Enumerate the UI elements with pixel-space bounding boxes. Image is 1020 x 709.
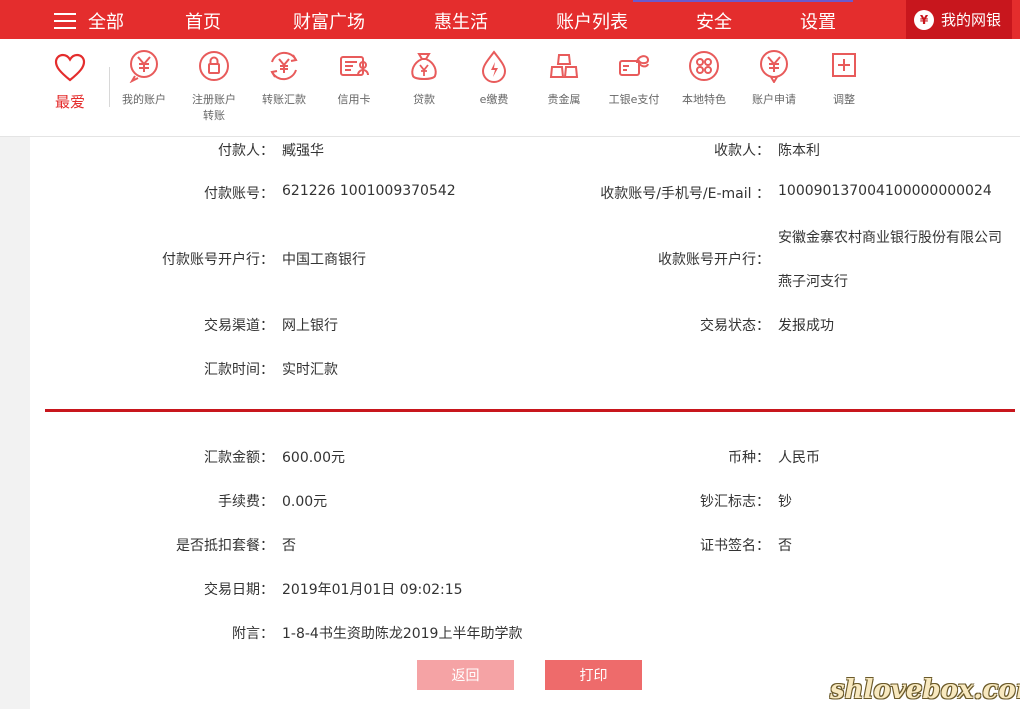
nav-security[interactable]: 安全 xyxy=(696,8,732,34)
quick-item-label: 账户申请 xyxy=(752,93,796,106)
quick-local-features[interactable]: 本地特色 xyxy=(674,49,734,108)
account-apply-icon xyxy=(760,50,788,83)
quick-item-label: 贷款 xyxy=(413,93,435,106)
quick-credit-card[interactable]: 信用卡 xyxy=(324,49,384,108)
hamburger-icon xyxy=(54,13,76,29)
payee-label: 收款人： xyxy=(714,143,770,159)
money-bag-icon: ¥ xyxy=(914,9,934,30)
favorites-label: 最爱 xyxy=(54,93,85,111)
cash-flag-value: 钞 xyxy=(778,494,792,510)
quick-my-account[interactable]: 我的账户 xyxy=(114,49,174,108)
deduct-package-value: 否 xyxy=(282,538,296,554)
currency-label: 币种： xyxy=(728,450,770,466)
quick-function-bar: 最爱 我的账户 注册账户转账 转账汇款 信用卡 贷款 e缴费 贵金属 工银e支付… xyxy=(0,39,1020,137)
quick-item-label: 工银e支付 xyxy=(608,93,660,106)
payee-account-label: 收款账号/手机号/E-mail ： xyxy=(600,186,770,202)
quick-loan[interactable]: 贷款 xyxy=(394,49,454,108)
register-transfer-icon xyxy=(199,51,229,81)
epay-icon xyxy=(619,55,650,76)
yen-circle-icon xyxy=(129,50,158,83)
transaction-date-label: 交易日期： xyxy=(204,582,274,598)
payer-account-value: 621226 1001009370542 xyxy=(282,183,456,199)
quick-item-label: 调整 xyxy=(833,93,855,106)
watermark-text: shlovebox.com xyxy=(830,675,1020,705)
quick-item-label: 我的账户 xyxy=(122,93,166,106)
quick-item-label: e缴费 xyxy=(479,93,509,106)
back-button[interactable]: 返回 xyxy=(417,660,514,690)
quick-item-label: 本地特色 xyxy=(682,93,726,106)
cash-flag-label: 钞汇标志： xyxy=(700,494,770,510)
cert-sign-label: 证书签名： xyxy=(700,538,770,554)
status-label: 交易状态： xyxy=(700,318,770,334)
status-value: 发报成功 xyxy=(778,318,834,334)
memo-label: 附言： xyxy=(232,626,274,642)
print-button[interactable]: 打印 xyxy=(545,660,642,690)
quick-item-label: 贵金属 xyxy=(547,93,581,106)
amount-value: 600.00元 xyxy=(282,450,345,466)
transaction-detail-panel: 付款人： 臧强华 收款人： 陈本利 付款账号： 621226 100100937… xyxy=(30,137,1020,709)
nav-wealth-plaza[interactable]: 财富广场 xyxy=(293,8,365,34)
remit-time-label: 汇款时间： xyxy=(204,362,274,378)
deduct-package-label: 是否抵扣套餐： xyxy=(176,538,274,554)
quick-icbc-epay[interactable]: 工银e支付 xyxy=(604,49,664,108)
quick-e-payment[interactable]: e缴费 xyxy=(464,49,524,108)
quick-transfer[interactable]: 转账汇款 xyxy=(254,49,314,108)
quick-adjust[interactable]: 调整 xyxy=(814,49,874,108)
payer-bank-label: 付款账号开户行： xyxy=(162,252,274,268)
nav-life[interactable]: 惠生活 xyxy=(434,8,488,34)
payee-bank-value-line1: 安徽金寨农村商业银行股份有限公司 xyxy=(778,230,1002,246)
payer-account-label: 付款账号： xyxy=(204,186,274,202)
plus-square-icon xyxy=(832,53,856,77)
all-menu-button[interactable]: 全部 xyxy=(54,8,124,34)
fee-value: 0.00元 xyxy=(282,494,328,510)
quick-item-label: 转账汇款 xyxy=(262,93,306,106)
credit-card-icon xyxy=(340,56,369,76)
amount-label: 汇款金额： xyxy=(204,450,274,466)
cert-sign-value: 否 xyxy=(778,538,792,554)
nav-settings[interactable]: 设置 xyxy=(800,8,836,34)
quickbar-divider xyxy=(109,67,110,107)
currency-value: 人民币 xyxy=(778,450,820,466)
gold-bars-icon xyxy=(549,54,579,78)
flame-icon xyxy=(481,50,507,83)
my-bank-label: 我的网银 xyxy=(941,11,1002,29)
favorites-button[interactable]: 最爱 xyxy=(48,53,92,112)
payer-label: 付款人： xyxy=(218,143,274,159)
nav-accent-line xyxy=(633,0,853,2)
payee-bank-label: 收款账号开户行： xyxy=(658,252,770,268)
local-icon xyxy=(689,51,719,81)
transaction-date-value: 2019年01月01日 09:02:15 xyxy=(282,582,463,598)
quick-precious-metals[interactable]: 贵金属 xyxy=(534,49,594,108)
top-nav-bar: 全部 首页 财富广场 惠生活 账户列表 安全 设置 ¥ 我的网银 xyxy=(0,0,1020,39)
all-menu-label: 全部 xyxy=(88,12,124,33)
heart-icon xyxy=(54,53,86,82)
money-bag-icon xyxy=(411,53,437,80)
payee-account-value: 100090137004100000000024 xyxy=(778,183,992,199)
quick-item-label: 信用卡 xyxy=(337,93,371,106)
quick-item-label: 注册账户转账 xyxy=(192,93,236,122)
payer-bank-value: 中国工商银行 xyxy=(282,252,366,268)
nav-account-list[interactable]: 账户列表 xyxy=(556,8,628,34)
section-divider xyxy=(45,409,1015,412)
my-bank-button[interactable]: ¥ 我的网银 xyxy=(906,0,1012,39)
quick-register-transfer[interactable]: 注册账户转账 xyxy=(184,49,244,124)
nav-home[interactable]: 首页 xyxy=(185,8,221,34)
transfer-icon xyxy=(270,51,298,81)
memo-value: 1-8-4书生资助陈龙2019上半年助学款 xyxy=(282,626,523,642)
channel-value: 网上银行 xyxy=(282,318,338,334)
channel-label: 交易渠道： xyxy=(204,318,274,334)
payee-bank-value-line2: 燕子河支行 xyxy=(778,274,848,290)
fee-label: 手续费： xyxy=(218,494,274,510)
payee-value: 陈本利 xyxy=(778,143,820,159)
remit-time-value: 实时汇款 xyxy=(282,362,338,378)
quick-account-apply[interactable]: 账户申请 xyxy=(744,49,804,108)
payer-value: 臧强华 xyxy=(282,143,324,159)
